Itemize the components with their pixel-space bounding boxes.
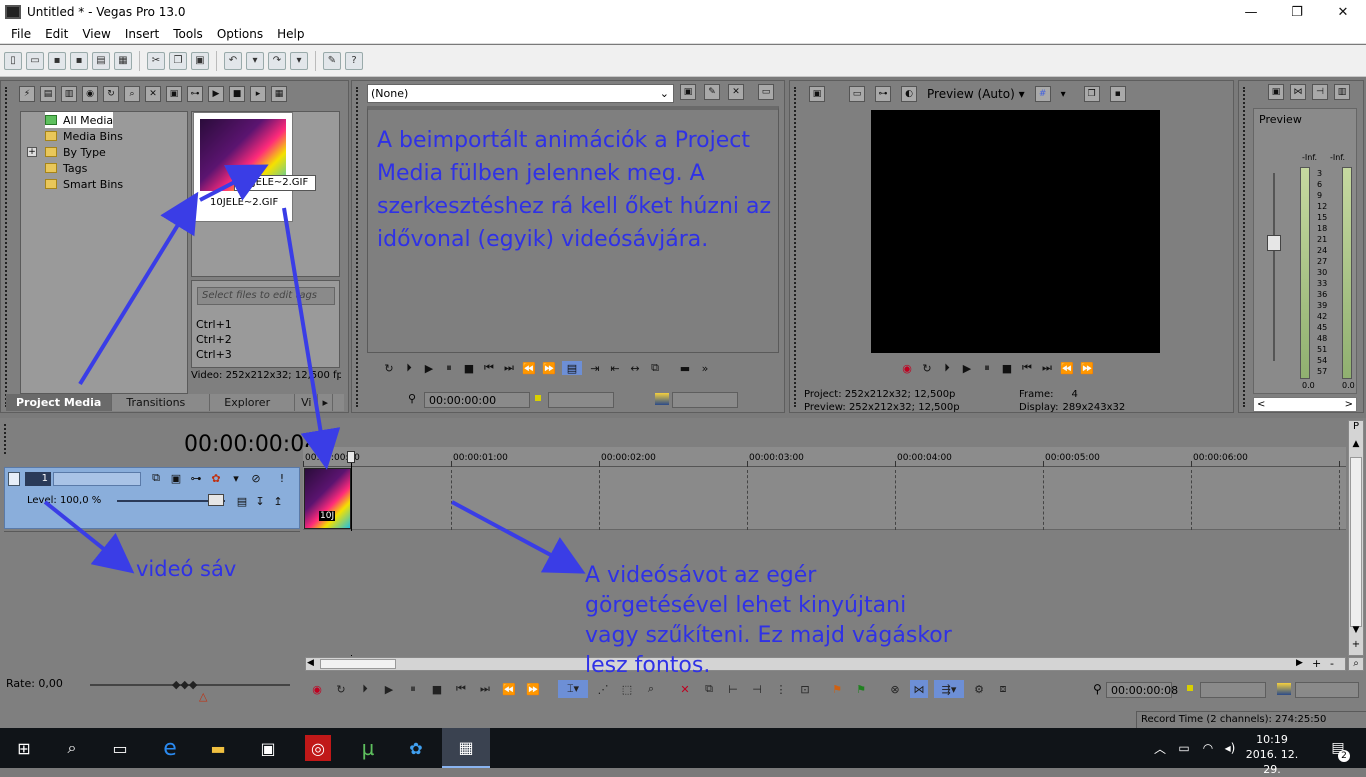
system-clock[interactable]: 10:19 2016. 12. 29. — [1244, 732, 1300, 777]
utorrent-icon[interactable]: µ — [352, 732, 384, 764]
edge-browser-icon[interactable]: e — [154, 732, 186, 764]
notification-count: 2 — [1338, 750, 1350, 762]
arrow-to-track-label — [43, 500, 135, 574]
arrow-scroll-annotation — [451, 500, 586, 574]
arrow-to-tooltip — [199, 164, 269, 202]
volume-icon[interactable]: ◂) — [1214, 732, 1246, 764]
search-icon[interactable]: ⌕ — [56, 732, 88, 764]
windows-taskbar: ⊞ ⌕ ▭ e ▬ ▣ ◎ µ ✿ ▦ ︿ ▭ ◠ ◂) 10:19 2016.… — [0, 728, 1366, 776]
clock-date: 2016. 12. 29. — [1245, 748, 1299, 776]
file-explorer-icon[interactable]: ▬ — [202, 732, 234, 764]
annotation-scroll: A videósávot az egér görgetésével lehet … — [585, 563, 952, 678]
arrow-thumbnail-to-timeline — [282, 207, 341, 470]
windows-start-icon[interactable]: ⊞ — [8, 732, 40, 764]
clock-time: 10:19 — [1256, 733, 1288, 746]
annotation-video-track: videó sáv — [136, 557, 237, 581]
store-icon[interactable]: ▣ — [252, 732, 284, 764]
task-view-icon[interactable]: ▭ — [104, 732, 136, 764]
vegas-taskbar-icon[interactable]: ▦ — [442, 728, 490, 768]
arrow-tree-to-thumbnail — [78, 191, 199, 386]
red-app-icon[interactable]: ◎ — [305, 735, 331, 761]
teamviewer-icon[interactable]: ✿ — [400, 732, 432, 764]
